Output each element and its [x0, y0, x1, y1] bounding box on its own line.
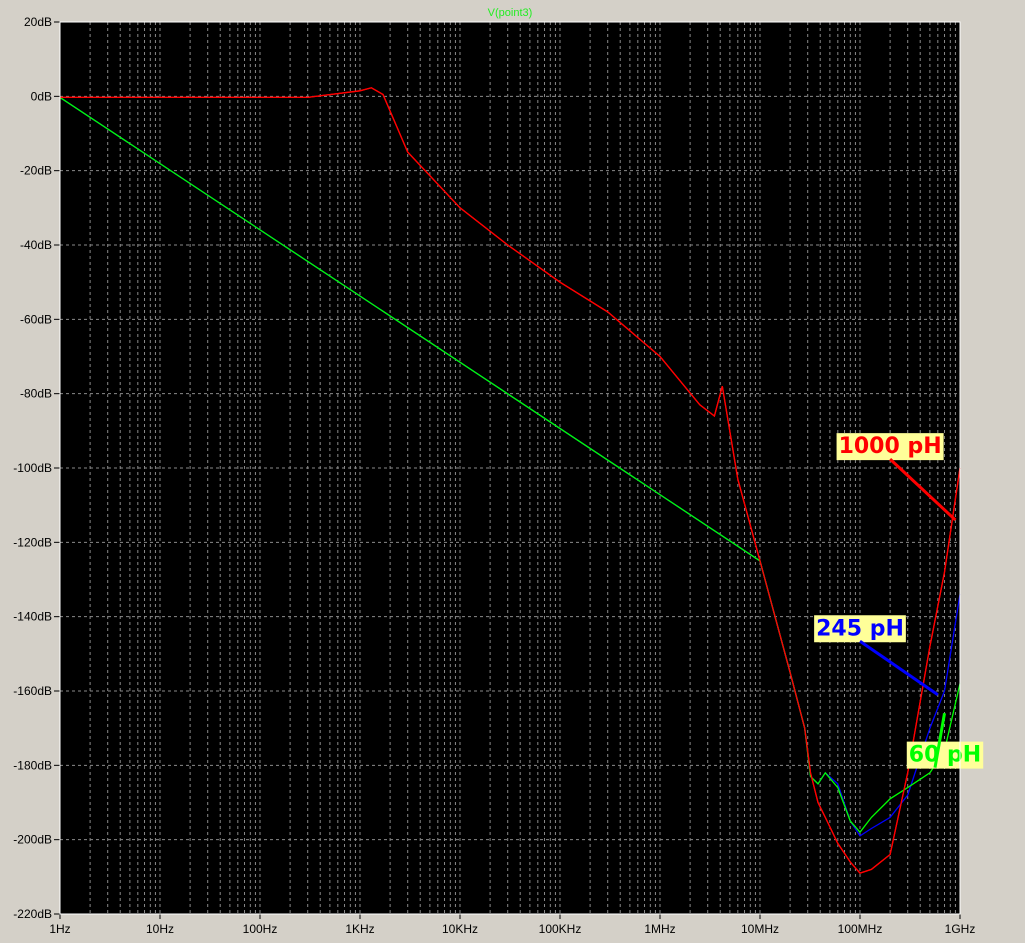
bode-chart: 20dB 0dB -20dB -40dB -60dB -80dB -100dB -120dB -… [0, 0, 1025, 943]
y-tick-label: -60dB [20, 312, 52, 326]
x-tick-label: 10Hz [146, 922, 174, 936]
y-tick-label: -220dB [13, 907, 52, 921]
x-tick-label: 100Hz [243, 922, 278, 936]
x-tick-label: 1MHz [644, 922, 675, 936]
y-tick-label: -120dB [13, 535, 52, 549]
y-tick-label: -160dB [13, 684, 52, 698]
x-tick-label: 1KHz [345, 922, 374, 936]
x-tick-label: 100KHz [539, 922, 582, 936]
y-tick-label: 20dB [24, 15, 52, 29]
annotation-label: 1000 pH [839, 434, 942, 459]
annotation-label: 60 pH [909, 743, 981, 768]
trace-title[interactable]: V(point3) [488, 7, 533, 19]
x-tick-label: 10MHz [741, 922, 779, 936]
annotation-label: 245 pH [816, 616, 904, 641]
x-tick-label: 1Hz [49, 922, 70, 936]
y-tick-label: -80dB [20, 387, 52, 401]
y-tick-label: -180dB [13, 758, 52, 772]
y-tick-label: -100dB [13, 461, 52, 475]
y-tick-label: 0dB [31, 89, 52, 103]
y-tick-label: -20dB [20, 164, 52, 178]
y-tick-label: -40dB [20, 238, 52, 252]
x-tick-label: 10KHz [442, 922, 478, 936]
y-tick-label: -200dB [13, 833, 52, 847]
x-tick-label: 100MHz [838, 922, 883, 936]
x-tick-label: 1GHz [945, 922, 976, 936]
y-tick-label: -140dB [13, 610, 52, 624]
